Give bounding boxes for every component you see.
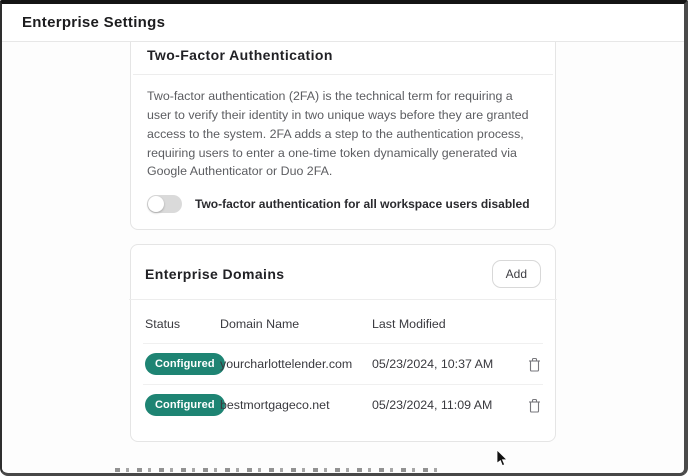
two-factor-card-title: Two-Factor Authentication xyxy=(147,47,539,63)
delete-domain-button[interactable] xyxy=(528,357,541,372)
page-title: Enterprise Settings xyxy=(22,14,165,31)
divider xyxy=(133,74,553,75)
domains-card-title: Enterprise Domains xyxy=(145,266,284,282)
toggle-knob xyxy=(148,196,164,212)
divider xyxy=(129,299,557,300)
cards-column: Two-Factor Authentication Two-factor aut… xyxy=(130,42,556,442)
app-header: Enterprise Settings xyxy=(2,4,684,42)
column-header-status: Status xyxy=(145,317,220,331)
enterprise-domains-card: Enterprise Domains Add Status Domain Nam… xyxy=(130,244,556,442)
clipped-bottom-text xyxy=(115,468,437,472)
status-badge: Configured xyxy=(145,394,225,416)
table-row: Configured bestmortgageco.net 05/23/2024… xyxy=(143,384,543,425)
two-factor-description: Two-factor authentication (2FA) is the t… xyxy=(147,87,539,181)
trash-icon xyxy=(528,401,541,416)
last-modified-cell: 05/23/2024, 10:37 AM xyxy=(372,357,523,371)
domains-card-header: Enterprise Domains Add xyxy=(143,258,543,288)
domains-table: Status Domain Name Last Modified Configu… xyxy=(143,311,543,425)
domains-table-header-row: Status Domain Name Last Modified xyxy=(143,311,543,343)
app-window: Enterprise Settings Two-Factor Authentic… xyxy=(0,0,688,476)
column-header-domain-name: Domain Name xyxy=(220,317,372,331)
last-modified-cell: 05/23/2024, 11:09 AM xyxy=(372,398,523,412)
domain-name-cell: yourcharlottelender.com xyxy=(220,357,372,371)
two-factor-toggle-row: Two-factor authentication for all worksp… xyxy=(147,195,539,213)
status-badge: Configured xyxy=(145,353,225,375)
settings-content: Two-Factor Authentication Two-factor aut… xyxy=(2,42,684,472)
column-header-last-modified: Last Modified xyxy=(372,317,523,331)
trash-icon xyxy=(528,360,541,375)
two-factor-toggle[interactable] xyxy=(147,195,182,213)
table-row: Configured yourcharlottelender.com 05/23… xyxy=(143,343,543,384)
two-factor-card: Two-Factor Authentication Two-factor aut… xyxy=(130,42,556,230)
two-factor-toggle-label: Two-factor authentication for all worksp… xyxy=(195,197,530,211)
domain-name-cell: bestmortgageco.net xyxy=(220,398,372,412)
add-domain-button[interactable]: Add xyxy=(492,260,541,288)
delete-domain-button[interactable] xyxy=(528,398,541,413)
